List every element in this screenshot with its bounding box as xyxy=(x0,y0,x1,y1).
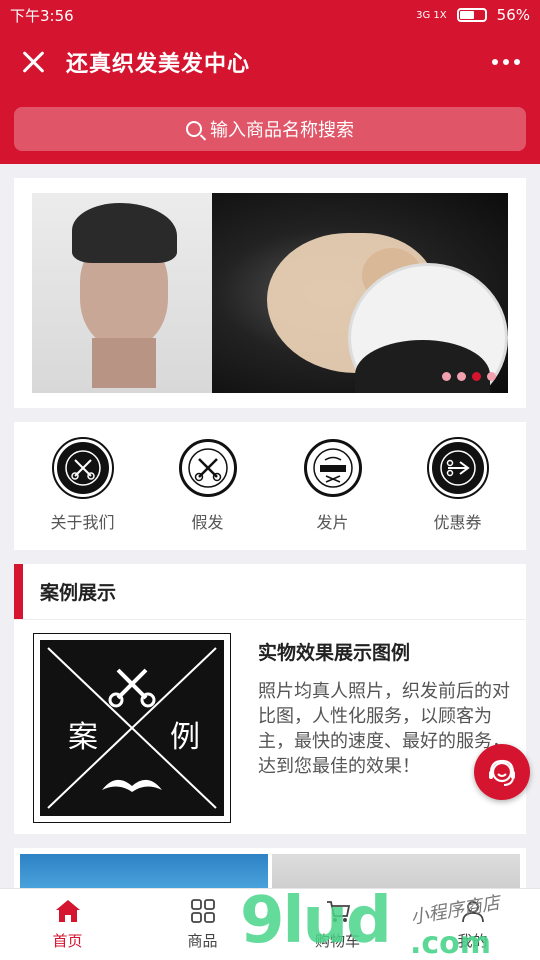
section-title: 案例展示 xyxy=(40,582,117,604)
wig-scissors-badge-icon xyxy=(178,439,237,497)
tab-label: 首页 xyxy=(52,932,83,950)
banner-model-photo xyxy=(32,193,212,393)
case-image-char: 案 xyxy=(68,720,98,755)
dot-icon xyxy=(514,59,520,65)
hairpiece-logo-badge-icon xyxy=(303,439,362,497)
coupon-scissors-badge-icon xyxy=(426,437,489,499)
search-area: 输入商品名称搜索 xyxy=(0,94,540,164)
case-photo[interactable] xyxy=(20,854,268,888)
banner-image xyxy=(32,193,508,393)
category-label: 发片 xyxy=(316,513,349,532)
dot-icon xyxy=(492,59,498,65)
battery-level: 56% xyxy=(496,6,530,24)
carousel-dot[interactable] xyxy=(487,372,496,381)
tab-label: 购物车 xyxy=(314,932,360,950)
case-photo[interactable] xyxy=(272,854,520,888)
app-header: 还真织发美发中心 xyxy=(0,30,540,94)
tab-label: 我的 xyxy=(457,932,488,950)
search-input[interactable]: 输入商品名称搜索 xyxy=(14,107,526,151)
close-button[interactable] xyxy=(20,49,46,75)
network-label: 3G 1X xyxy=(416,9,447,21)
category-wig[interactable]: 假发 xyxy=(148,439,268,533)
customer-service-button[interactable] xyxy=(474,744,530,800)
category-about-us[interactable]: 关于我们 xyxy=(23,437,143,533)
carousel-dot[interactable] xyxy=(457,372,466,381)
case-image-char: 例 xyxy=(170,720,200,755)
search-placeholder: 输入商品名称搜索 xyxy=(210,120,354,141)
battery-icon xyxy=(456,8,487,22)
case-text: 实物效果展示图例 照片均真人照片，织发前后的对比图，人性化服务，以顾客为主，最快… xyxy=(258,634,510,822)
more-menu-button[interactable] xyxy=(492,59,520,65)
cart-icon xyxy=(325,898,351,924)
status-time: 下午3:56 xyxy=(10,6,74,25)
grid-icon xyxy=(190,898,216,924)
case-item[interactable]: 案 例 实物效果展示图例 照片均真人照片，织发前后的对比图，人性化服务，以顾客为… xyxy=(14,620,526,823)
status-bar: 下午3:56 3G 1X 56% xyxy=(0,0,540,30)
page-title: 还真织发美发中心 xyxy=(66,52,251,77)
cases-section: 案例展示 案 例 实物效果展示图例 照片均真人照片，织发前后的对比图，人性化服务… xyxy=(14,564,526,834)
bottom-tab-bar: 首页 商品 购物车 我的 xyxy=(0,888,540,960)
case-title: 实物效果展示图例 xyxy=(258,642,411,664)
carousel-indicator xyxy=(442,372,496,381)
tab-products[interactable]: 商品 xyxy=(135,889,270,960)
case-thumbnail[interactable]: 案 例 xyxy=(33,633,231,823)
tab-label: 商品 xyxy=(187,932,218,950)
carousel-dot-active[interactable] xyxy=(472,372,481,381)
headset-icon xyxy=(489,759,515,786)
category-hairpiece[interactable]: 发片 xyxy=(273,439,393,533)
case-description: 照片均真人照片，织发前后的对比图，人性化服务，以顾客为主，最快的速度、最好的服务… xyxy=(258,681,510,777)
category-coupon[interactable]: 优惠券 xyxy=(398,437,518,533)
tab-profile[interactable]: 我的 xyxy=(405,889,540,960)
category-label: 关于我们 xyxy=(50,513,115,532)
barber-scissors-badge-icon xyxy=(51,437,114,499)
user-icon xyxy=(460,898,486,924)
dot-icon xyxy=(503,59,509,65)
tab-home[interactable]: 首页 xyxy=(0,889,135,960)
search-icon xyxy=(186,121,202,137)
category-label: 假发 xyxy=(191,513,224,532)
home-icon xyxy=(55,898,81,924)
category-label: 优惠券 xyxy=(433,513,482,532)
tab-cart[interactable]: 购物车 xyxy=(270,889,405,960)
next-section-photos xyxy=(14,848,526,888)
section-header: 案例展示 xyxy=(14,564,526,620)
category-nav: 关于我们 假发 发片 优惠券 xyxy=(14,422,526,550)
carousel-dot[interactable] xyxy=(442,372,451,381)
banner-carousel[interactable] xyxy=(14,178,526,408)
banner-hairpiece-photo xyxy=(212,193,508,393)
status-indicators: 3G 1X 56% xyxy=(416,6,530,24)
